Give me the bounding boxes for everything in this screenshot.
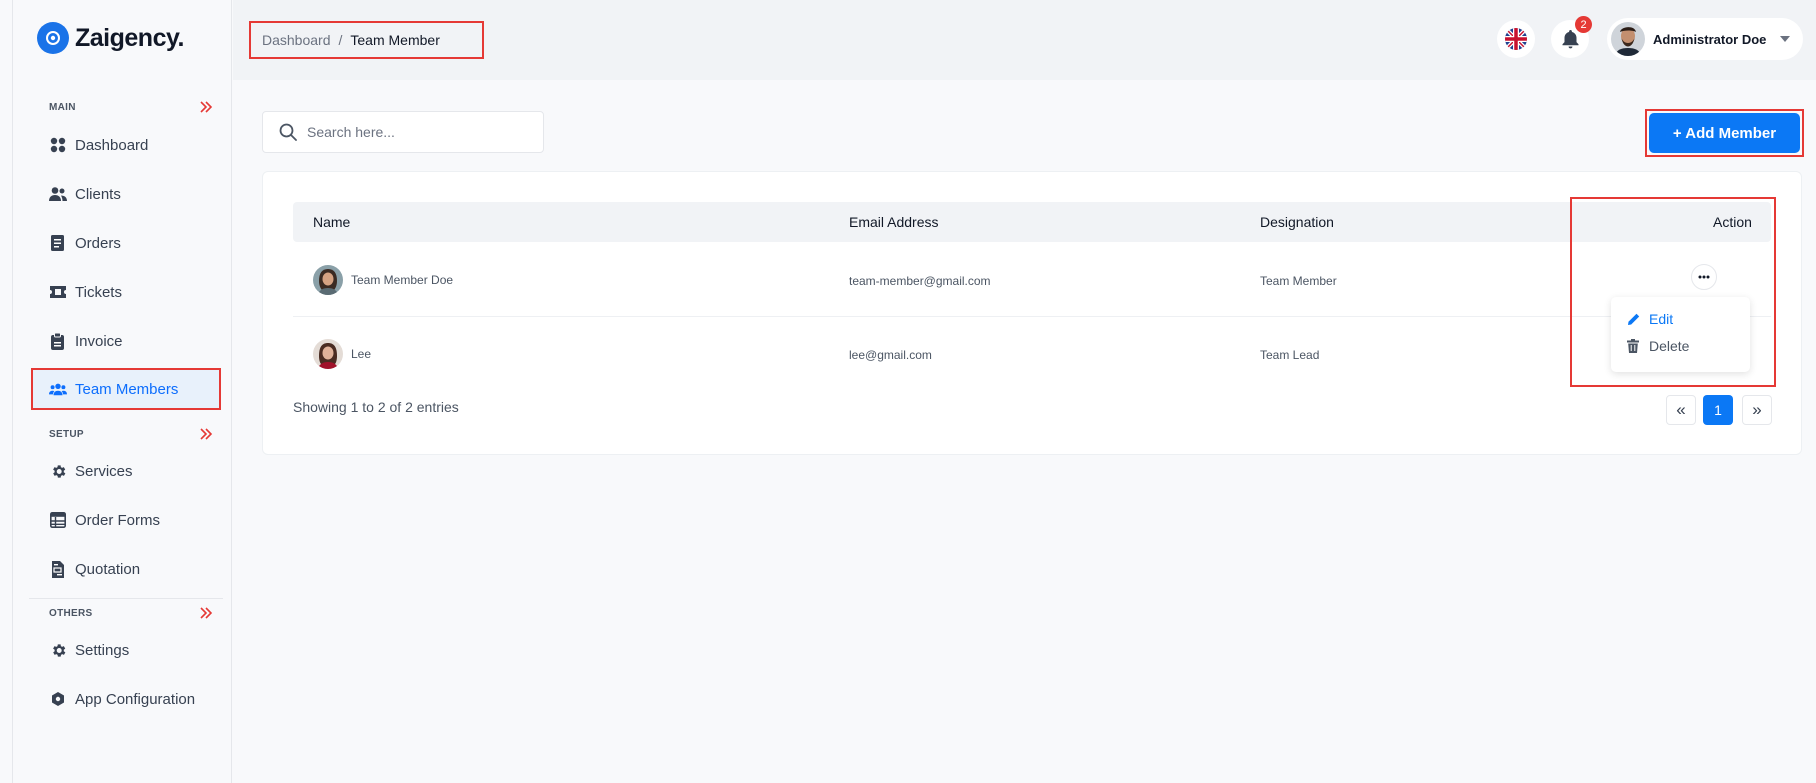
section-others: OTHERS <box>29 603 223 623</box>
sidebar-item-tickets[interactable]: Tickets <box>31 271 221 313</box>
sidebar-item-label: Settings <box>75 641 130 659</box>
dashboard-grid-icon <box>49 136 67 154</box>
table-list-icon <box>49 511 67 529</box>
avatar <box>313 339 343 369</box>
section-title: SETUP <box>49 428 84 440</box>
section-title: OTHERS <box>49 607 93 619</box>
sidebar-item-label: Clients <box>75 185 121 203</box>
double-chevron-right-icon[interactable] <box>199 428 213 440</box>
avatar <box>1611 22 1645 56</box>
sidebar-item-invoice[interactable]: Invoice <box>31 320 221 362</box>
row-actions-button[interactable] <box>1691 264 1717 290</box>
pagination-prev-button[interactable]: « <box>1666 395 1696 425</box>
row-actions-menu: Edit Delete <box>1611 297 1750 372</box>
menu-item-delete[interactable]: Delete <box>1625 338 1689 354</box>
section-main: MAIN <box>29 97 223 117</box>
sidebar-divider <box>29 598 223 599</box>
sidebar-item-orders[interactable]: Orders <box>31 222 221 264</box>
add-member-button[interactable]: + Add Member <box>1649 113 1800 153</box>
document-icon <box>49 234 67 252</box>
search-bar <box>262 111 544 153</box>
add-member-highlight: + Add Member <box>1645 109 1804 157</box>
sidebar-item-dashboard[interactable]: Dashboard <box>31 124 221 166</box>
brand-name: Zaigency. <box>75 23 184 52</box>
entries-summary: Showing 1 to 2 of 2 entries <box>293 399 459 415</box>
brand-logo[interactable]: Zaigency. <box>37 22 184 54</box>
breadcrumb: Dashboard / Team Member <box>249 21 484 59</box>
member-name: Lee <box>351 347 372 361</box>
user-name: Administrator Doe <box>1653 31 1767 47</box>
section-title: MAIN <box>49 101 76 113</box>
top-header: Dashboard / Team Member 2 Administrator … <box>233 0 1816 80</box>
member-email: team-member@gmail.com <box>849 274 991 288</box>
column-header-designation: Designation <box>1260 214 1334 230</box>
table-row: Team Member Doe team-member@gmail.com Te… <box>293 243 1771 317</box>
column-header-name: Name <box>313 214 351 230</box>
language-selector[interactable] <box>1497 20 1535 58</box>
gear-icon <box>49 462 67 480</box>
sidebar-item-label: Quotation <box>75 560 141 578</box>
member-designation: Team Member <box>1260 274 1337 288</box>
breadcrumb-current: Team Member <box>350 32 440 48</box>
sidebar-item-label: Order Forms <box>75 511 161 529</box>
sidebar-item-label: Dashboard <box>75 136 149 154</box>
breadcrumb-separator: / <box>338 32 343 48</box>
menu-item-label: Delete <box>1649 338 1690 354</box>
user-menu[interactable]: Administrator Doe <box>1607 18 1803 60</box>
sidebar-item-label: Services <box>75 462 133 480</box>
pagination-page-1[interactable]: 1 <box>1703 395 1733 425</box>
avatar <box>313 265 343 295</box>
bell-icon <box>1562 29 1579 49</box>
trash-icon <box>1625 339 1641 353</box>
sidebar-item-order-forms[interactable]: Order Forms <box>31 499 221 541</box>
ticket-icon <box>49 283 67 301</box>
search-icon <box>279 123 297 141</box>
users-icon <box>49 185 67 203</box>
caret-down-icon <box>1780 36 1791 42</box>
sidebar-item-label: Orders <box>75 234 121 252</box>
gear-icon <box>49 641 67 659</box>
table-row: Lee lee@gmail.com Team Lead <box>293 317 1771 391</box>
section-setup: SETUP <box>29 424 223 444</box>
search-input[interactable] <box>307 124 527 140</box>
pagination-next-button[interactable]: » <box>1742 395 1772 425</box>
sidebar-item-label: Invoice <box>75 332 123 350</box>
sidebar-item-label: App Configuration <box>75 690 196 708</box>
breadcrumb-dashboard-link[interactable]: Dashboard <box>262 32 331 48</box>
member-email: lee@gmail.com <box>849 348 932 362</box>
column-header-email: Email Address <box>849 214 939 230</box>
notification-count-badge: 2 <box>1575 16 1592 33</box>
name-cell: Team Member Doe <box>313 265 453 295</box>
double-chevron-right-icon[interactable] <box>199 101 213 113</box>
pencil-icon <box>1625 313 1641 326</box>
sidebar: Zaigency. MAIN Dashboard Clients Orders … <box>12 0 232 783</box>
member-name: Team Member Doe <box>351 273 454 287</box>
uk-flag-icon <box>1505 28 1527 50</box>
table-header: Name Email Address Designation Action <box>293 202 1771 242</box>
sidebar-item-label: Team Members <box>75 380 179 398</box>
clipboard-icon <box>49 332 67 350</box>
menu-item-edit[interactable]: Edit <box>1625 311 1673 327</box>
sidebar-item-team-members[interactable]: Team Members <box>31 368 221 410</box>
sidebar-item-services[interactable]: Services <box>31 450 221 492</box>
notifications-button[interactable]: 2 <box>1551 16 1592 58</box>
member-designation: Team Lead <box>1260 348 1320 362</box>
sidebar-item-settings[interactable]: Settings <box>31 629 221 671</box>
name-cell: Lee <box>313 339 371 369</box>
sidebar-item-quotation[interactable]: Quotation <box>31 548 221 590</box>
logo-icon <box>37 22 69 54</box>
sidebar-item-app-configuration[interactable]: App Configuration <box>31 678 221 720</box>
menu-item-label: Edit <box>1649 311 1674 327</box>
sidebar-item-label: Tickets <box>75 283 122 301</box>
hexagon-gear-icon <box>49 690 67 708</box>
team-icon <box>49 380 67 398</box>
more-horizontal-icon <box>1698 275 1710 279</box>
sidebar-item-clients[interactable]: Clients <box>31 173 221 215</box>
file-invoice-icon <box>49 560 67 578</box>
double-chevron-right-icon[interactable] <box>199 607 213 619</box>
